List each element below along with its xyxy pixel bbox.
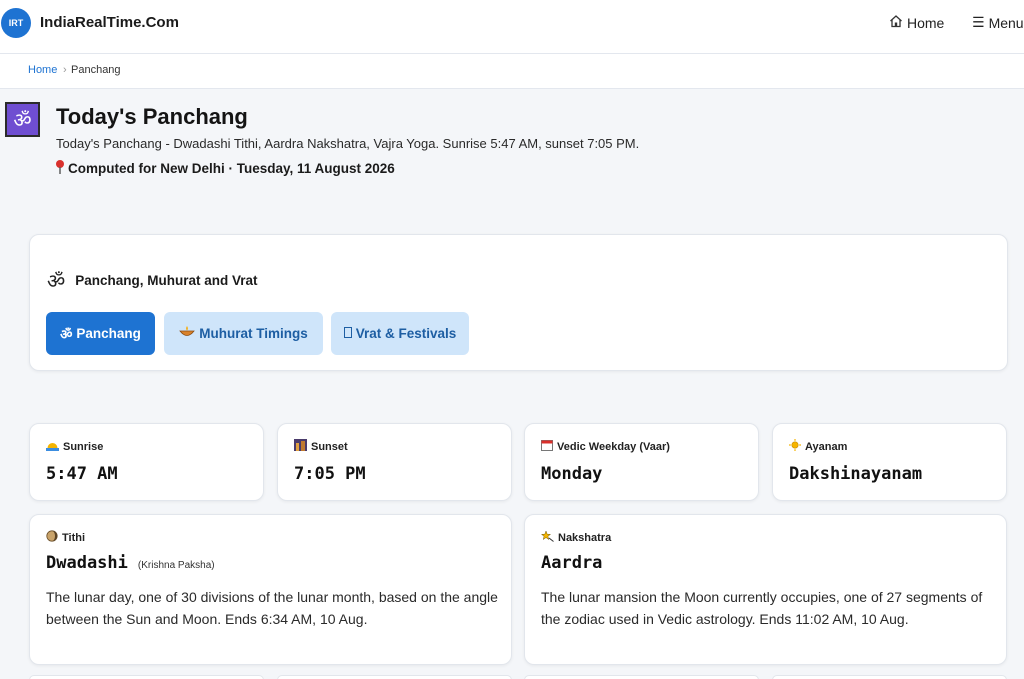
breadcrumb-current: Panchang — [71, 64, 121, 76]
star-icon — [540, 530, 554, 545]
sunset-label: Sunset — [294, 439, 348, 454]
tabs-section-heading: ॐ Panchang, Muhurat and Vrat — [47, 267, 258, 294]
weekday-label-text: Vedic Weekday (Vaar) — [557, 440, 670, 453]
tabs-section-card: ॐ Panchang, Muhurat and Vrat ॐ Panchang … — [29, 234, 1008, 371]
tabs-section-heading-text: Panchang, Muhurat and Vrat — [75, 273, 258, 288]
site-logo[interactable]: IRT — [1, 8, 31, 38]
nakshatra-value: Aardra — [541, 553, 602, 573]
next-card-peek — [524, 675, 759, 679]
sunrise-label-text: Sunrise — [63, 440, 104, 453]
calendar-icon — [343, 326, 352, 341]
house-icon — [889, 14, 903, 31]
nakshatra-label: Nakshatra — [540, 530, 612, 545]
sunset-icon — [294, 439, 307, 454]
computed-text: Computed for New Delhi · Tuesday, 11 Aug… — [68, 161, 395, 176]
tab-panchang[interactable]: ॐ Panchang — [46, 312, 155, 355]
sunrise-value: 5:47 AM — [46, 464, 118, 484]
om-icon: ॐ — [47, 271, 66, 293]
computed-location: Computed for New Delhi · Tuesday, 11 Aug… — [54, 159, 395, 178]
tithi-paksha: (Krishna Paksha) — [137, 560, 215, 571]
next-card-peek — [277, 675, 512, 679]
nav-menu-label: Menu — [988, 14, 1024, 31]
sun-icon — [789, 439, 801, 454]
weekday-value: Monday — [541, 464, 603, 484]
hamburger-icon: ☰ — [972, 14, 985, 30]
tithi-card: Tithi Dwadashi (Krishna Paksha) The luna… — [29, 514, 512, 665]
weekday-card: Vedic Weekday (Vaar) Monday — [524, 423, 759, 501]
ayanam-label: Ayanam — [789, 439, 847, 454]
sunset-label-text: Sunset — [311, 440, 348, 453]
sunset-card: Sunset 7:05 PM — [277, 423, 512, 501]
pin-icon — [54, 159, 66, 178]
diya-icon — [179, 326, 196, 341]
breadcrumb-home-link[interactable]: Home — [28, 64, 57, 76]
tab-muhurat-timings[interactable]: Muhurat Timings — [164, 312, 323, 355]
calendar-icon — [541, 439, 553, 454]
page-title: Today's Panchang — [56, 104, 248, 129]
breadcrumb: Home › Panchang — [0, 54, 1024, 89]
ayanam-card: Ayanam Dakshinayanam — [772, 423, 1007, 501]
weekday-label: Vedic Weekday (Vaar) — [541, 439, 670, 454]
tab-vrat-festivals[interactable]: Vrat & Festivals — [331, 312, 469, 355]
tithi-label-text: Tithi — [62, 531, 86, 544]
page-subtitle: Today's Panchang - Dwadashi Tithi, Aardr… — [56, 136, 640, 151]
tab-muhurat-label: Muhurat Timings — [199, 326, 308, 341]
om-icon: ॐ — [60, 326, 73, 342]
sunrise-label: Sunrise — [46, 439, 103, 454]
om-icon: ॐ — [5, 102, 40, 137]
top-navbar: IRT IndiaRealTime.Com Home ☰ Menu — [0, 0, 1024, 54]
sunrise-icon — [46, 439, 59, 454]
tab-panchang-label: Panchang — [76, 326, 141, 341]
sunrise-card: Sunrise 5:47 AM — [29, 423, 264, 501]
tithi-name: Dwadashi — [46, 553, 128, 573]
nakshatra-name: Aardra — [541, 553, 603, 573]
next-card-peek — [29, 675, 264, 679]
tithi-label: Tithi — [46, 530, 85, 545]
nav-home-link[interactable]: Home — [889, 14, 944, 31]
ayanam-value: Dakshinayanam — [789, 464, 923, 484]
nav-home-label: Home — [907, 14, 945, 31]
site-name-link[interactable]: IndiaRealTime.Com — [40, 14, 179, 31]
tithi-description: The lunar day, one of 30 divisions of th… — [46, 589, 498, 627]
nakshatra-card: Nakshatra Aardra The lunar mansion the M… — [524, 514, 1007, 665]
tab-vrat-label: Vrat & Festivals — [355, 326, 457, 341]
nakshatra-description: The lunar mansion the Moon currently occ… — [541, 589, 983, 627]
nav-menu-button[interactable]: ☰ Menu — [972, 14, 1024, 31]
tithi-value: Dwadashi (Krishna Paksha) — [46, 553, 215, 573]
moon-phase-icon — [46, 530, 58, 545]
ayanam-label-text: Ayanam — [805, 440, 848, 453]
sunset-value: 7:05 PM — [294, 464, 366, 484]
nakshatra-label-text: Nakshatra — [558, 531, 612, 544]
next-card-peek — [772, 675, 1007, 679]
breadcrumb-separator: › — [63, 64, 67, 76]
